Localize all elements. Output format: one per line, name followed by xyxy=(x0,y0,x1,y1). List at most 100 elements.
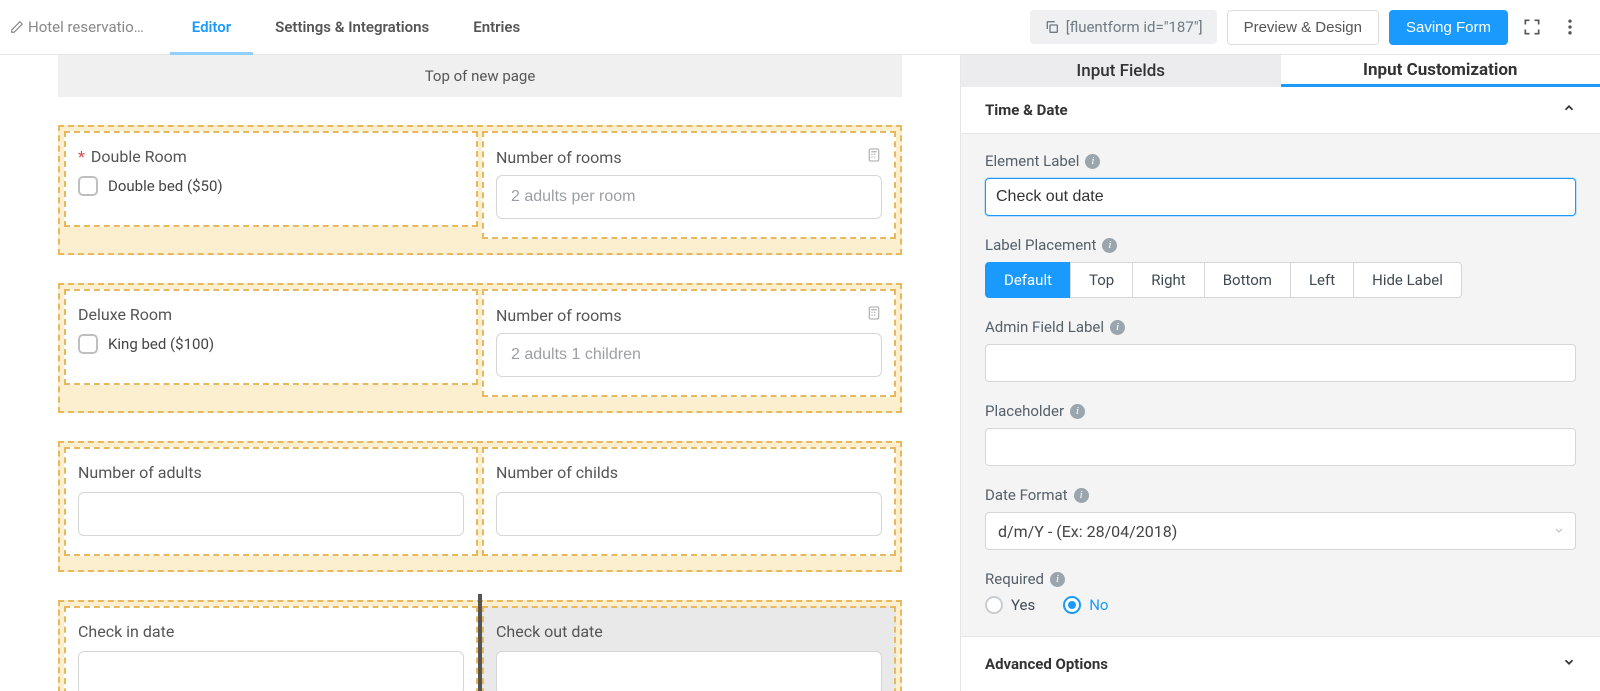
tab-editor[interactable]: Editor xyxy=(170,0,253,54)
field-date-format: Date Formati d/m/Y - (Ex: 28/04/2018) xyxy=(985,486,1576,550)
field-placeholder: Placeholder i xyxy=(985,402,1576,466)
seg-left[interactable]: Left xyxy=(1290,262,1354,298)
setting-label: Admin Field Label xyxy=(985,318,1104,336)
number-of-rooms-input[interactable] xyxy=(496,333,882,377)
setting-label: Element Label xyxy=(985,152,1079,170)
section-title: Advanced Options xyxy=(985,655,1108,673)
checkbox-label: Double bed ($50) xyxy=(108,177,223,195)
field-label: Number of rooms xyxy=(496,148,622,167)
check-out-date-input[interactable] xyxy=(496,651,882,691)
chevron-down-icon xyxy=(1562,655,1576,673)
save-form-button[interactable]: Saving Form xyxy=(1389,10,1508,45)
preview-design-button[interactable]: Preview & Design xyxy=(1227,10,1379,45)
seg-hide-label[interactable]: Hide Label xyxy=(1353,262,1462,298)
label-placement-group: Default Top Right Bottom Left Hide Label xyxy=(985,262,1576,298)
form-row[interactable]: Check in date Check out date xyxy=(58,600,902,691)
required-star-icon: * xyxy=(78,147,85,166)
section-advanced-options-header[interactable]: Advanced Options xyxy=(961,636,1600,691)
form-cell[interactable]: Number of rooms xyxy=(482,131,896,239)
required-radio-group: Yes No xyxy=(985,596,1576,614)
section-body: Element Label i Label Placement i Default … xyxy=(961,134,1600,636)
radio-label: Yes xyxy=(1011,596,1035,614)
tab-settings[interactable]: Settings & Integrations xyxy=(253,0,451,54)
form-cell[interactable]: Number of rooms xyxy=(482,289,896,397)
chevron-up-icon xyxy=(1562,101,1576,119)
calculator-icon xyxy=(866,147,882,167)
seg-top[interactable]: Top xyxy=(1070,262,1133,298)
side-panel-tabs: Input Fields Input Customization xyxy=(961,55,1600,87)
field-label-placement: Label Placement i Default Top Right Botto… xyxy=(985,236,1576,298)
seg-right[interactable]: Right xyxy=(1132,262,1204,298)
copy-icon xyxy=(1044,19,1060,35)
radio-icon xyxy=(1063,596,1081,614)
field-label: * Double Room xyxy=(78,147,464,166)
info-icon[interactable]: i xyxy=(1074,488,1089,503)
fullscreen-icon[interactable] xyxy=(1518,13,1546,41)
chevron-down-icon xyxy=(1553,522,1565,541)
seg-bottom[interactable]: Bottom xyxy=(1204,262,1291,298)
form-cell[interactable]: Check in date xyxy=(64,606,478,691)
required-yes[interactable]: Yes xyxy=(985,596,1035,614)
field-label: Number of adults xyxy=(78,463,464,482)
date-format-select[interactable]: d/m/Y - (Ex: 28/04/2018) xyxy=(985,512,1576,550)
field-label: Number of rooms xyxy=(496,306,622,325)
shortcode-pill[interactable]: [fluentform id="187"] xyxy=(1030,10,1217,44)
number-of-adults-input[interactable] xyxy=(78,492,464,536)
tab-input-customization[interactable]: Input Customization xyxy=(1281,55,1600,87)
info-icon[interactable]: i xyxy=(1050,572,1065,587)
form-row[interactable]: Deluxe Room King bed ($100) Number of ro… xyxy=(58,283,902,413)
pencil-icon xyxy=(10,20,24,34)
form-cell-selected[interactable]: Check out date xyxy=(482,606,896,691)
required-no[interactable]: No xyxy=(1063,596,1108,614)
section-title: Time & Date xyxy=(985,101,1068,119)
checkbox-icon xyxy=(78,334,98,354)
tab-entries[interactable]: Entries xyxy=(451,0,542,54)
seg-default[interactable]: Default xyxy=(985,262,1071,298)
radio-label: No xyxy=(1089,596,1108,614)
field-required: Required i Yes No xyxy=(985,570,1576,614)
info-icon[interactable]: i xyxy=(1110,320,1125,335)
info-icon[interactable]: i xyxy=(1085,154,1100,169)
side-panel: Input Fields Input Customization Time & … xyxy=(960,55,1600,691)
checkbox-option[interactable]: Double bed ($50) xyxy=(78,176,464,196)
calculator-icon xyxy=(866,305,882,325)
form-cell[interactable]: Deluxe Room King bed ($100) xyxy=(64,289,478,397)
checkbox-icon xyxy=(78,176,98,196)
checkbox-option[interactable]: King bed ($100) xyxy=(78,334,464,354)
form-row[interactable]: * Double Room Double bed ($50) Number of… xyxy=(58,125,902,255)
top-bar: Hotel reservatio… Editor Settings & Inte… xyxy=(0,0,1600,55)
admin-field-label-input[interactable] xyxy=(985,344,1576,382)
tab-input-fields[interactable]: Input Fields xyxy=(961,55,1281,87)
field-label: Check in date xyxy=(78,622,464,641)
element-label-input[interactable] xyxy=(985,178,1576,216)
number-of-childs-input[interactable] xyxy=(496,492,882,536)
nav-tabs: Editor Settings & Integrations Entries xyxy=(170,0,542,54)
setting-label: Placeholder xyxy=(985,402,1064,420)
setting-label: Required xyxy=(985,570,1044,588)
field-label-text: Double Room xyxy=(91,147,187,166)
form-name-wrap[interactable]: Hotel reservatio… xyxy=(10,18,144,36)
field-label: Number of childs xyxy=(496,463,882,482)
info-icon[interactable]: i xyxy=(1102,238,1117,253)
more-menu-icon[interactable] xyxy=(1556,13,1584,41)
radio-icon xyxy=(985,596,1003,614)
body-split: Top of new page * Double Room Double bed… xyxy=(0,55,1600,691)
field-label: Check out date xyxy=(496,622,882,641)
form-cell[interactable]: * Double Room Double bed ($50) xyxy=(64,131,478,239)
info-icon[interactable]: i xyxy=(1070,404,1085,419)
placeholder-input[interactable] xyxy=(985,428,1576,466)
setting-label: Label Placement xyxy=(985,236,1096,254)
form-cell[interactable]: Number of childs xyxy=(482,447,896,556)
check-in-date-input[interactable] xyxy=(78,651,464,691)
shortcode-text: [fluentform id="187"] xyxy=(1066,18,1203,36)
field-label: Deluxe Room xyxy=(78,305,464,324)
form-row[interactable]: Number of adults Number of childs xyxy=(58,441,902,572)
form-cell[interactable]: Number of adults xyxy=(64,447,478,556)
number-of-rooms-input[interactable] xyxy=(496,175,882,219)
field-admin-label: Admin Field Label i xyxy=(985,318,1576,382)
checkbox-label: King bed ($100) xyxy=(108,335,214,353)
section-time-date-header[interactable]: Time & Date xyxy=(961,87,1600,134)
select-value: d/m/Y - (Ex: 28/04/2018) xyxy=(998,522,1177,541)
field-element-label: Element Label i xyxy=(985,152,1576,216)
page-strip: Top of new page xyxy=(58,55,902,97)
